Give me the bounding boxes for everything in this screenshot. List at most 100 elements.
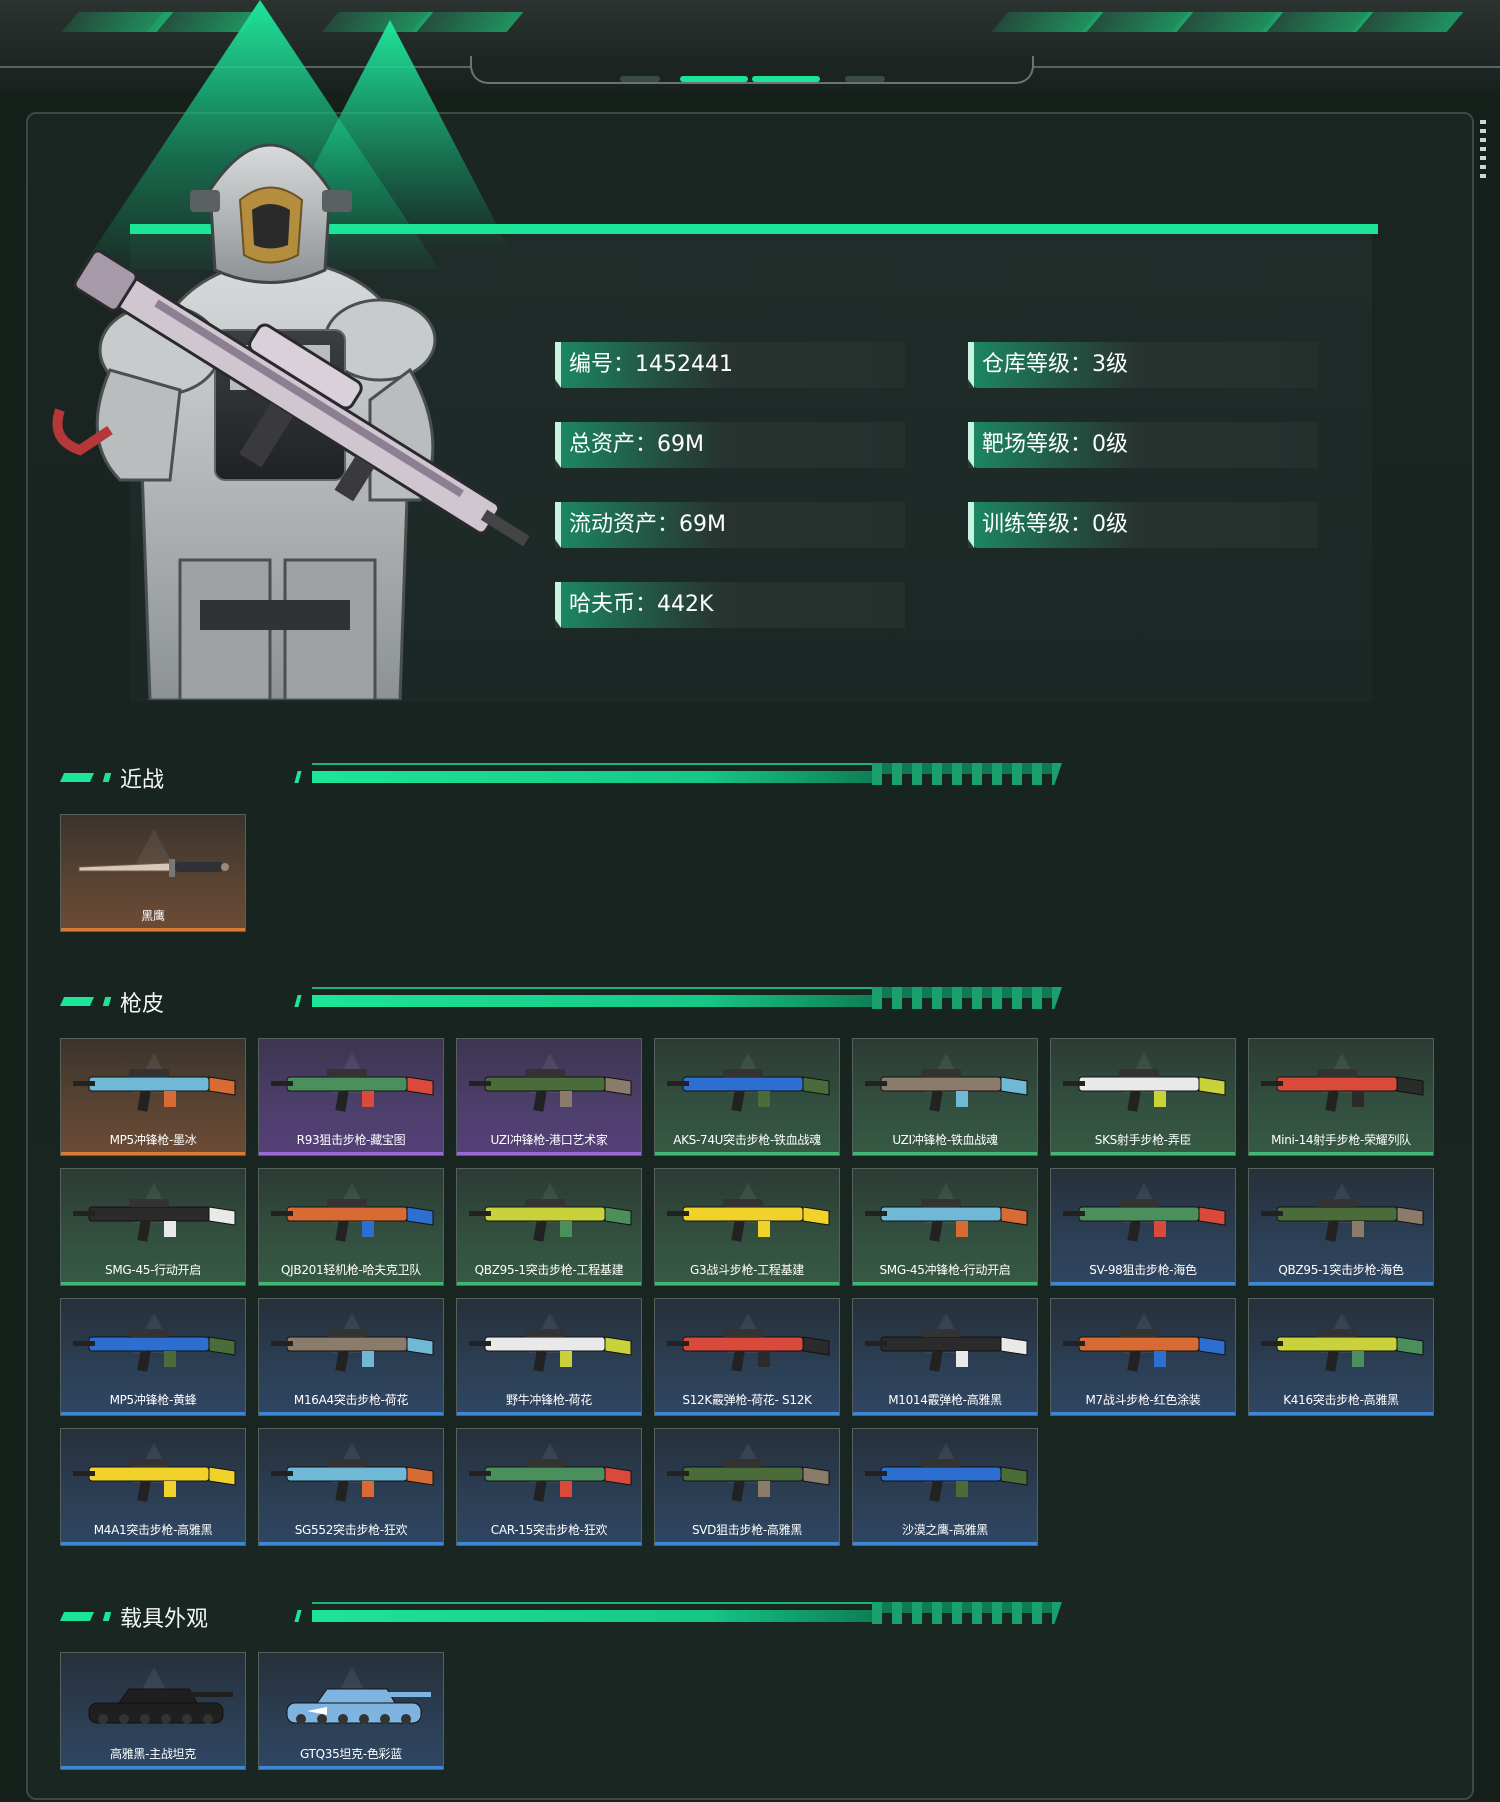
gun-icon (667, 1459, 830, 1502)
rarity-bar (1051, 1412, 1235, 1415)
header-checker (872, 1602, 1062, 1613)
item-name: QBZ95-1突击步枪-工程基建 (474, 1263, 624, 1277)
vehicle-item-card[interactable]: GTQ35坦克-色彩蓝 (258, 1652, 444, 1770)
banner-stripe (411, 12, 524, 32)
stat-training-level-text: 训练等级：0级 (982, 512, 1128, 537)
rarity-bar (655, 1282, 839, 1285)
skin-item-card[interactable]: QJB201轻机枪-哈夫克卫队 (258, 1168, 444, 1286)
header-marker (294, 1610, 302, 1622)
item-name: SMG-45-行动开启 (105, 1263, 201, 1277)
skin-item-card[interactable]: S12K霰弹枪-荷花- S12K (654, 1298, 840, 1416)
header-marker (102, 997, 112, 1006)
gun-icon (271, 1329, 434, 1372)
header-line (312, 771, 872, 783)
gun-icon (469, 1329, 632, 1372)
rarity-bar (259, 1766, 443, 1769)
item-name: 高雅黑-主战坦克 (110, 1747, 196, 1761)
melee-item-card[interactable]: 黑鹰 (60, 814, 246, 932)
item-name: 沙漠之鹰-高雅黑 (902, 1523, 988, 1537)
gun-icon (271, 1069, 434, 1112)
gun-icon (73, 1199, 236, 1242)
skin-item-card[interactable]: R93狙击步枪-藏宝图 (258, 1038, 444, 1156)
gun-icon (865, 1459, 1028, 1502)
item-name: AKS-74U突击步枪-铁血战魂 (673, 1133, 821, 1147)
skin-item-card[interactable]: M7战斗步枪-红色涂装 (1050, 1298, 1236, 1416)
item-name: MP5冲锋枪-墨冰 (109, 1133, 197, 1147)
skin-item-card[interactable]: QBZ95-1突击步枪-工程基建 (456, 1168, 642, 1286)
skin-item-card[interactable]: MP5冲锋枪-黄蜂 (60, 1298, 246, 1416)
skin-item-card[interactable]: SMG-45-行动开启 (60, 1168, 246, 1286)
banner-indicator (680, 76, 748, 82)
rarity-bar (259, 1152, 443, 1155)
gun-icon (1063, 1329, 1226, 1372)
item-name: CAR-15突击步枪-狂欢 (490, 1523, 608, 1537)
skin-item-card[interactable]: AKS-74U突击步枪-铁血战魂 (654, 1038, 840, 1156)
section-title: 枪皮 (120, 992, 165, 1017)
gun-icon (1063, 1199, 1226, 1242)
header-marker (60, 997, 94, 1006)
skin-item-card[interactable]: UZI冲锋枪-港口艺术家 (456, 1038, 642, 1156)
header-line (312, 1602, 872, 1604)
tank-icon (286, 1688, 431, 1724)
item-name: UZI冲锋枪-港口艺术家 (490, 1133, 608, 1147)
scroll-indicator[interactable] (1480, 120, 1486, 180)
rarity-bar (853, 1412, 1037, 1415)
skin-item-card[interactable]: M4A1突击步枪-高雅黑 (60, 1428, 246, 1546)
item-name: SKS射手步枪-弄臣 (1094, 1133, 1192, 1147)
skin-item-card[interactable]: MP5冲锋枪-墨冰 (60, 1038, 246, 1156)
rarity-bar (853, 1282, 1037, 1285)
header-marker (60, 1612, 94, 1621)
gun-icon (1261, 1199, 1424, 1242)
stat-range-level-text: 靶场等级：0级 (982, 432, 1128, 457)
skin-item-card[interactable]: SVD狙击步枪-高雅黑 (654, 1428, 840, 1546)
banner-indicator (620, 76, 660, 82)
banner-indicator (845, 76, 885, 82)
header-marker (102, 773, 112, 782)
knife-icon (78, 859, 229, 877)
gun-icon (271, 1199, 434, 1242)
skin-item-card[interactable]: CAR-15突击步枪-狂欢 (456, 1428, 642, 1546)
skin-item-card[interactable]: QBZ95-1突击步枪-海色 (1248, 1168, 1434, 1286)
skin-item-card[interactable]: SG552突击步枪-狂欢 (258, 1428, 444, 1546)
skin-item-card[interactable]: G3战斗步枪-工程基建 (654, 1168, 840, 1286)
skin-item-card[interactable]: UZI冲锋枪-铁血战魂 (852, 1038, 1038, 1156)
tank-icon (88, 1688, 233, 1724)
rarity-bar (655, 1542, 839, 1545)
gun-icon (73, 1069, 236, 1112)
item-name: G3战斗步枪-工程基建 (690, 1263, 804, 1277)
item-name: M16A4突击步枪-荷花 (293, 1393, 409, 1407)
gun-icon (667, 1329, 830, 1372)
header-line (312, 763, 872, 765)
header-marker (60, 773, 94, 782)
item-name: SG552突击步枪-狂欢 (294, 1523, 408, 1537)
rarity-bar (1051, 1152, 1235, 1155)
rarity-bar (853, 1542, 1037, 1545)
gun-icon (1261, 1329, 1424, 1372)
section-title: 近战 (120, 768, 165, 793)
item-name: R93狙击步枪-藏宝图 (296, 1133, 406, 1147)
stat-id-text: 编号：1452441 (569, 352, 733, 377)
gun-icon (667, 1069, 830, 1112)
skin-item-card[interactable]: M1014霰弹枪-高雅黑 (852, 1298, 1038, 1416)
section-header-vehicles: 载具外观 (60, 1597, 1070, 1637)
section-header-melee: 近战 (60, 758, 1070, 798)
stat-haf-coin-text: 哈夫币：442K (569, 592, 714, 617)
item-name: 黑鹰 (141, 909, 165, 923)
operator-avatar (52, 143, 530, 700)
skin-item-card[interactable]: Mini-14射手步枪-荣耀列队 (1248, 1038, 1434, 1156)
rarity-bar (259, 1542, 443, 1545)
item-name: SVD狙击步枪-高雅黑 (691, 1523, 803, 1537)
skin-item-card[interactable]: K416突击步枪-高雅黑 (1248, 1298, 1434, 1416)
skin-item-card[interactable]: 沙漠之鹰-高雅黑 (852, 1428, 1038, 1546)
gun-icon (469, 1069, 632, 1112)
skin-item-card[interactable]: SV-98狙击步枪-海色 (1050, 1168, 1236, 1286)
header-checker (872, 763, 1062, 774)
section-title: 载具外观 (120, 1607, 209, 1632)
skin-item-card[interactable]: M16A4突击步枪-荷花 (258, 1298, 444, 1416)
skin-item-card[interactable]: SMG-45冲锋枪-行动开启 (852, 1168, 1038, 1286)
skin-item-card[interactable]: SKS射手步枪-弄臣 (1050, 1038, 1236, 1156)
skin-item-card[interactable]: 野牛冲锋枪-荷花 (456, 1298, 642, 1416)
vehicle-item-card[interactable]: 高雅黑-主战坦克 (60, 1652, 246, 1770)
rarity-bar (1249, 1282, 1433, 1285)
rarity-bar (457, 1412, 641, 1415)
